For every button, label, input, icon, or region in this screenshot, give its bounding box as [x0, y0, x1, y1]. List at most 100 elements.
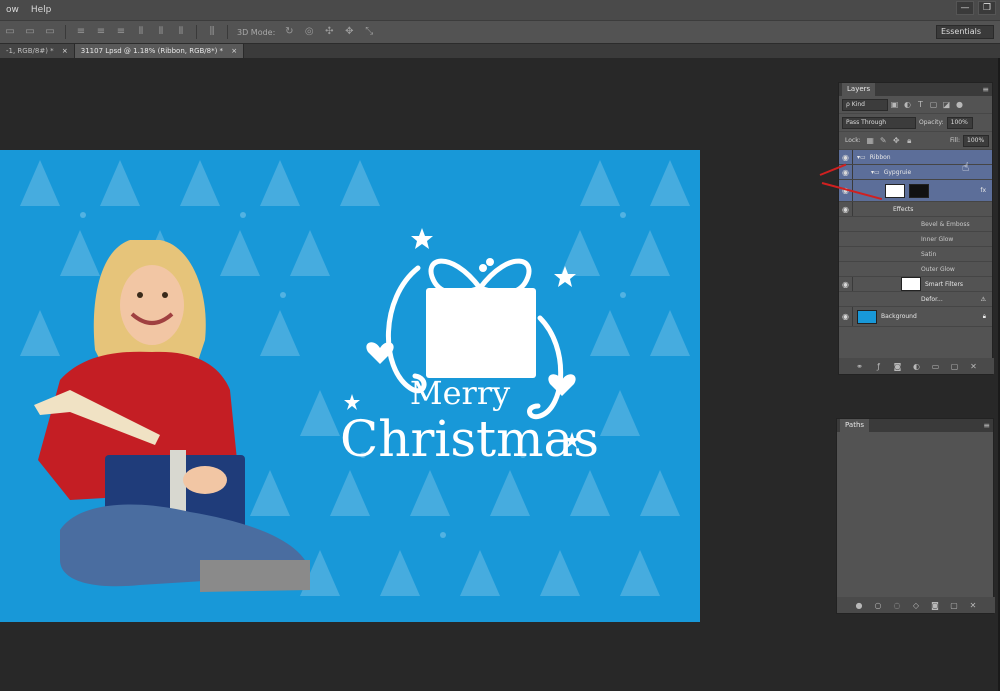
- filter-toggle-icon[interactable]: ●: [955, 100, 964, 109]
- gift-box-icon: [426, 288, 536, 378]
- fx-icon[interactable]: fx: [980, 187, 986, 194]
- minimize-button[interactable]: —: [956, 1, 974, 15]
- distribute-top-icon[interactable]: ≡: [74, 26, 88, 38]
- 3d-rotate-icon[interactable]: ↻: [282, 26, 296, 38]
- panel-menu-icon[interactable]: ≡: [983, 421, 990, 430]
- layer-row-smart-object[interactable]: ◉ fx: [839, 180, 992, 202]
- filter-shape-icon[interactable]: ▢: [929, 100, 938, 109]
- tree-pattern: [620, 550, 660, 596]
- delete-path-icon[interactable]: ✕: [969, 601, 978, 610]
- load-selection-icon[interactable]: ◌: [893, 601, 902, 610]
- distribute-left-icon[interactable]: ⫴: [134, 26, 148, 38]
- smart-filters-row[interactable]: ◉ Smart Filters: [839, 277, 992, 292]
- document-canvas[interactable]: Merry Christmas: [0, 150, 700, 622]
- link-layers-icon[interactable]: ⚭: [855, 362, 864, 371]
- opacity-field[interactable]: 100%: [946, 116, 973, 129]
- effects-label: Effects: [893, 205, 914, 213]
- layers-footer: ⚭ ƒ ◙ ◐ ▭ ▢ ✕: [839, 358, 994, 374]
- make-work-path-icon[interactable]: ◇: [912, 601, 921, 610]
- lock-icon: 🔒︎: [982, 312, 986, 320]
- lock-transparent-icon[interactable]: ▦: [866, 136, 875, 145]
- girl-photo: [34, 240, 310, 592]
- panel-menu-icon[interactable]: ≡: [982, 85, 989, 94]
- tab-layers[interactable]: Layers: [842, 83, 876, 96]
- filter-adjustment-icon[interactable]: ◐: [903, 100, 912, 109]
- holly-berry-icon: [479, 264, 487, 272]
- greeting-christmas: Christmas: [340, 410, 599, 468]
- tree-pattern: [540, 550, 580, 596]
- new-adjustment-icon[interactable]: ◐: [912, 362, 921, 371]
- 3d-scale-icon[interactable]: ⤡: [362, 26, 376, 38]
- align-top-icon[interactable]: ▭: [3, 26, 17, 38]
- holly-berry-icon: [486, 258, 494, 266]
- align-bottom-icon[interactable]: ▭: [43, 26, 57, 38]
- options-separator: [196, 25, 197, 39]
- fill-path-icon[interactable]: ●: [855, 601, 864, 610]
- tree-pattern: [460, 550, 500, 596]
- tree-pattern: [380, 550, 420, 596]
- lock-image-icon[interactable]: ✎: [879, 136, 888, 145]
- layer-row-background[interactable]: ◉ Background 🔒︎: [839, 307, 992, 327]
- effect-inner-glow-row[interactable]: Inner Glow: [839, 232, 992, 247]
- effect-name: Inner Glow: [921, 235, 954, 243]
- menu-bar: ow Help — ❐: [0, 0, 1000, 20]
- 3d-slide-icon[interactable]: ✥: [342, 26, 356, 38]
- stroke-path-icon[interactable]: ○: [874, 601, 883, 610]
- auto-align-icon[interactable]: ⫼: [205, 26, 219, 38]
- effect-outer-glow-row[interactable]: Outer Glow: [839, 262, 992, 277]
- filter-pixel-icon[interactable]: ▣: [890, 100, 899, 109]
- options-bar: ▭ ▭ ▭ ≡ ≡ ≡ ⫴ ⫴ ⫴ ⫼ 3D Mode: ↻ ◎ ✣ ✥ ⤡ E…: [0, 20, 1000, 44]
- add-mask-icon[interactable]: ◙: [931, 601, 940, 610]
- distribute-right-icon[interactable]: ⫴: [174, 26, 188, 38]
- menu-help[interactable]: Help: [25, 5, 58, 15]
- add-mask-icon[interactable]: ◙: [893, 362, 902, 371]
- restore-button[interactable]: ❐: [978, 1, 996, 15]
- eye-icon[interactable]: ◉: [839, 307, 853, 326]
- fill-field[interactable]: 100%: [963, 134, 989, 147]
- tree-pattern: [650, 310, 690, 356]
- filter-smartobject-icon[interactable]: ◪: [942, 100, 951, 109]
- lock-position-icon[interactable]: ✥: [892, 136, 901, 145]
- align-vcenter-icon[interactable]: ▭: [23, 26, 37, 38]
- new-group-icon[interactable]: ▭: [931, 362, 940, 371]
- close-icon[interactable]: ×: [231, 47, 237, 55]
- paths-panel-header: Paths ≡: [837, 419, 993, 432]
- delete-layer-icon[interactable]: ✕: [969, 362, 978, 371]
- lock-all-icon[interactable]: 🔒︎: [905, 136, 914, 145]
- new-path-icon[interactable]: ▢: [950, 601, 959, 610]
- document-tab-active[interactable]: 31107 Lpsd @ 1.18% (Ribbon, RGB/8*) * ×: [74, 44, 245, 58]
- distribute-center-icon[interactable]: ≡: [94, 26, 108, 38]
- effect-bevel-row[interactable]: Bevel & Emboss: [839, 217, 992, 232]
- add-style-icon[interactable]: ƒ: [874, 362, 883, 371]
- eye-icon[interactable]: ◉: [839, 150, 853, 164]
- document-tab[interactable]: -1, RGB/8#) * ×: [0, 44, 75, 58]
- filter-kind-select[interactable]: ρ Kind: [842, 98, 888, 111]
- 3d-drag-icon[interactable]: ✣: [322, 26, 336, 38]
- dot-pattern: [240, 212, 246, 218]
- layer-mask-thumbnail: [909, 183, 929, 198]
- effect-satin-row[interactable]: Satin: [839, 247, 992, 262]
- tree-pattern: [180, 160, 220, 206]
- blend-mode-select[interactable]: Pass Through: [842, 116, 916, 129]
- tree-pattern: [600, 390, 640, 436]
- filter-deform-row[interactable]: Defor... ⚠: [839, 292, 992, 307]
- 3d-mode-label: 3D Mode:: [237, 27, 276, 37]
- menu-window[interactable]: ow: [0, 5, 25, 15]
- eye-icon[interactable]: ◉: [839, 277, 853, 291]
- warning-icon[interactable]: ⚠: [981, 296, 986, 303]
- options-separator: [227, 25, 228, 39]
- distribute-bottom-icon[interactable]: ≡: [114, 26, 128, 38]
- tab-paths[interactable]: Paths: [840, 419, 870, 432]
- paths-panel: Paths ≡ ● ○ ◌ ◇ ◙ ▢ ✕: [836, 418, 995, 614]
- distribute-hcenter-icon[interactable]: ⫴: [154, 26, 168, 38]
- workspace-switcher[interactable]: Essentials: [936, 25, 994, 39]
- close-icon[interactable]: ×: [62, 47, 68, 55]
- 3d-roll-icon[interactable]: ◎: [302, 26, 316, 38]
- new-layer-icon[interactable]: ▢: [950, 362, 959, 371]
- paths-footer: ● ○ ◌ ◇ ◙ ▢ ✕: [837, 597, 995, 613]
- effects-row[interactable]: ◉ Effects: [839, 202, 992, 217]
- smart-filters-label: Smart Filters: [925, 280, 964, 288]
- greeting-text: Merry Christmas: [340, 375, 599, 468]
- eye-icon[interactable]: ◉: [839, 202, 853, 216]
- filter-type-icon[interactable]: T: [916, 100, 925, 109]
